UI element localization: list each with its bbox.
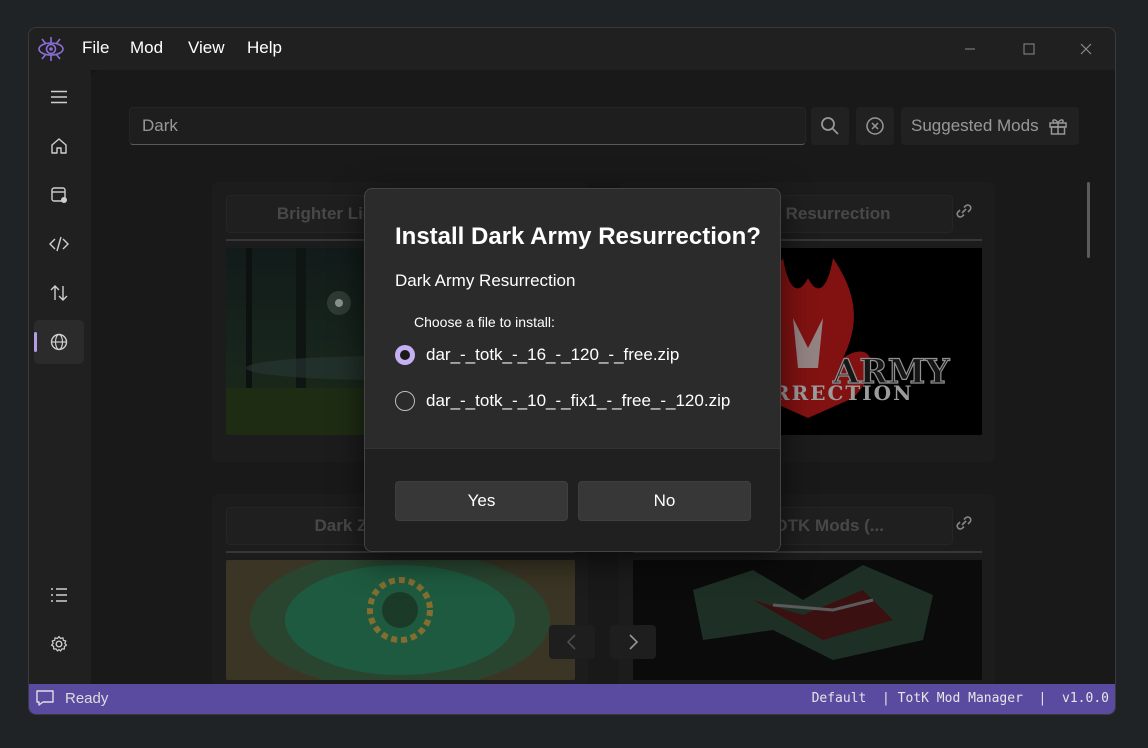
sidebar-item-settings[interactable] [34, 622, 84, 666]
gear-icon [50, 635, 68, 652]
globe-icon [50, 333, 68, 351]
sidebar-item-mods[interactable] [34, 173, 84, 217]
dialog-footer: Yes No [365, 448, 780, 551]
sidebar-menu-toggle[interactable] [34, 75, 84, 119]
sidebar [29, 70, 91, 684]
title-bar: File Mod View Help [29, 28, 1115, 70]
yes-button[interactable]: Yes [395, 481, 568, 521]
hamburger-icon [51, 90, 67, 104]
file-option-label: dar_-_totk_-_16_-_120_-_free.zip [426, 345, 680, 364]
close-window-button[interactable] [1073, 38, 1099, 60]
radio-button[interactable] [395, 391, 415, 411]
sidebar-item-sort[interactable] [34, 271, 84, 315]
status-info: Default | TotK Mod Manager | v1.0.0 [811, 691, 1109, 706]
home-icon [51, 138, 67, 154]
list-icon [51, 588, 67, 602]
sort-arrows-icon [50, 285, 68, 301]
menu-help[interactable]: Help [247, 38, 282, 58]
dialog-title: Install Dark Army Resurrection? [395, 223, 761, 250]
file-option-2[interactable]: dar_-_totk_-_10_-_fix1_-_free_-_120.zip [395, 391, 730, 411]
file-option-1[interactable]: dar_-_totk_-_16_-_120_-_free.zip [395, 345, 679, 365]
maximize-button[interactable] [1016, 38, 1042, 60]
menu-view[interactable]: View [188, 38, 225, 58]
mods-window-icon [51, 187, 67, 203]
status-text: Ready [65, 689, 109, 707]
chat-bubble-icon [36, 690, 54, 706]
file-option-label: dar_-_totk_-_10_-_fix1_-_free_-_120.zip [426, 391, 731, 410]
sidebar-item-home[interactable] [34, 124, 84, 168]
code-icon [49, 236, 69, 252]
app-logo-icon [38, 37, 64, 61]
sidebar-item-browse[interactable] [34, 320, 84, 364]
radio-button-selected[interactable] [395, 345, 415, 365]
maximize-icon [1023, 43, 1035, 55]
sidebar-item-list[interactable] [34, 573, 84, 617]
dialog-mod-name: Dark Army Resurrection [395, 271, 576, 290]
minimize-icon [965, 48, 975, 50]
status-bar: Ready Default | TotK Mod Manager | v1.0.… [29, 684, 1115, 714]
no-button[interactable]: No [578, 481, 751, 521]
minimize-button[interactable] [957, 38, 983, 60]
menu-mod[interactable]: Mod [130, 38, 163, 58]
menu-file[interactable]: File [82, 38, 109, 58]
status-left: Ready [35, 689, 108, 707]
choose-file-label: Choose a file to install: [414, 314, 555, 330]
install-dialog: Install Dark Army Resurrection? Dark Arm… [364, 188, 781, 552]
app-window: File Mod View Help Dark Suggested Mods B… [28, 27, 1116, 715]
sidebar-item-code[interactable] [34, 222, 84, 266]
close-icon [1080, 43, 1092, 55]
